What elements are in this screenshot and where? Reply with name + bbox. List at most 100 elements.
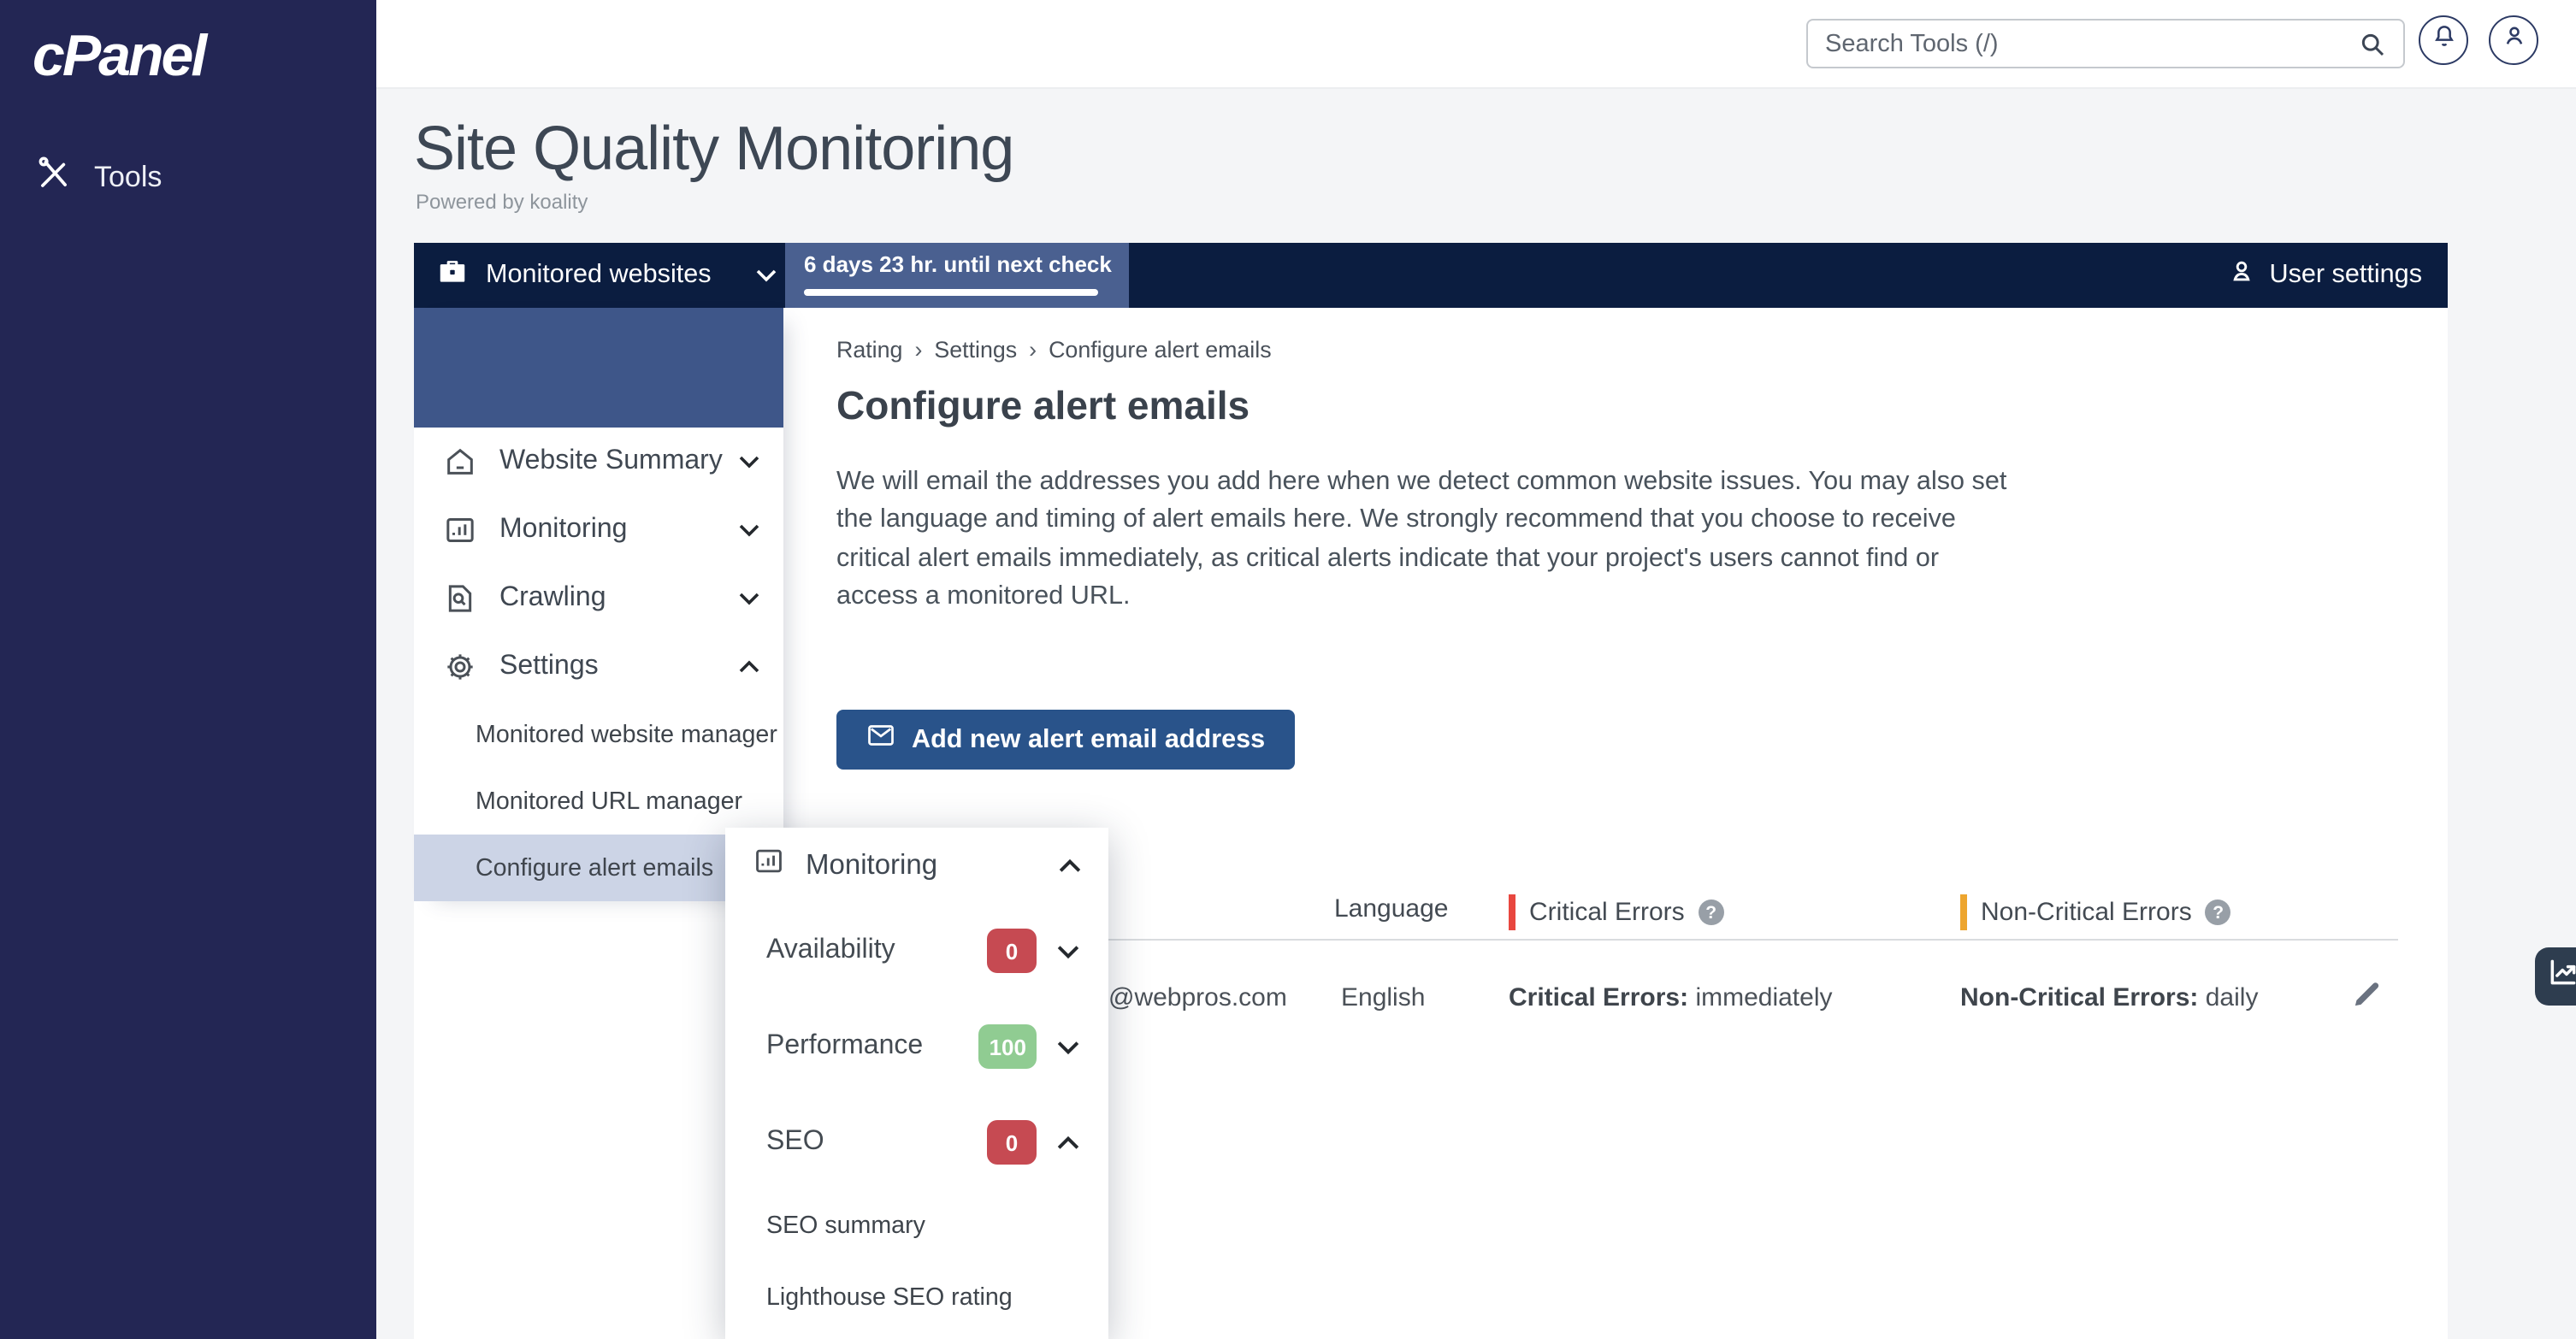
- next-check-status: 6 days 23 hr. until next check: [785, 243, 1129, 308]
- column-header-critical-errors: Critical Errors ?: [1509, 894, 1724, 930]
- chevron-down-icon: [739, 523, 759, 537]
- search-input[interactable]: [1808, 21, 2357, 67]
- nav-item-website-summary[interactable]: Website Summary: [414, 428, 783, 496]
- section-heading: Configure alert emails: [836, 383, 1250, 429]
- user-icon: [2500, 22, 2527, 58]
- nav-item-settings[interactable]: Settings: [414, 633, 783, 701]
- column-header-language: Language: [1334, 894, 1449, 923]
- tools-icon: [36, 156, 72, 200]
- selected-website-block[interactable]: [414, 308, 783, 428]
- breadcrumb-separator: ›: [914, 337, 922, 363]
- chevron-up-icon: [739, 660, 759, 674]
- chevron-up-icon: [1059, 858, 1081, 873]
- monitored-websites-label: Monitored websites: [486, 260, 712, 291]
- flyout-item-availability[interactable]: Availability 0: [725, 903, 1108, 999]
- chevron-down-icon: [1057, 1039, 1079, 1054]
- row-critical-value: immediately: [1695, 983, 1832, 1012]
- sidebar-item-label: Tools: [94, 161, 162, 195]
- help-icon[interactable]: ?: [1699, 900, 1724, 925]
- app-nav: Website Summary Monitoring Crawling Sett…: [414, 308, 783, 901]
- bar-chart-icon: [443, 513, 477, 547]
- row-critical-label: Critical Errors:: [1509, 983, 1688, 1012]
- sidebar: cPanel Tools: [0, 0, 376, 1339]
- row-noncritical-label: Non-Critical Errors:: [1960, 983, 2198, 1012]
- line-chart-icon: [2547, 956, 2576, 997]
- app-toolbar: Monitored websites 6 days 23 hr. until n…: [414, 243, 2448, 308]
- noncritical-accent-bar: [1960, 894, 1967, 930]
- nav-item-label: Crawling: [499, 583, 606, 614]
- monitoring-flyout: Monitoring Availability 0 Performance 10…: [725, 828, 1108, 1339]
- flyout-item-label: Availability: [766, 935, 987, 966]
- flyout-title: Monitoring: [806, 849, 937, 882]
- section-description: We will email the addresses you add here…: [836, 463, 2025, 617]
- search-box[interactable]: [1806, 19, 2405, 68]
- chevron-down-icon: [739, 455, 759, 469]
- nav-item-label: Monitoring: [499, 515, 627, 546]
- flyout-item-seo-summary[interactable]: SEO summary: [725, 1190, 1108, 1262]
- nav-item-monitoring[interactable]: Monitoring: [414, 496, 783, 564]
- search-icon[interactable]: [2357, 28, 2388, 59]
- add-alert-email-button[interactable]: Add new alert email address: [836, 710, 1294, 770]
- user-settings-button[interactable]: User settings: [2226, 243, 2448, 308]
- column-header-noncritical-errors: Non-Critical Errors ?: [1960, 894, 2231, 930]
- flyout-sub-label: SEO summary: [766, 1212, 925, 1240]
- row-language: English: [1341, 983, 1425, 1012]
- monitored-websites-dropdown[interactable]: Monitored websites: [414, 243, 785, 308]
- nav-sub-label: Monitored URL manager: [476, 787, 742, 815]
- sidebar-item-tools[interactable]: Tools: [0, 144, 376, 212]
- page-subtitle: Powered by koality: [416, 190, 588, 214]
- noncritical-header-label: Non-Critical Errors: [1981, 898, 2192, 927]
- flyout-monitoring-header[interactable]: Monitoring: [725, 828, 1108, 903]
- nav-item-monitored-website-manager[interactable]: Monitored website manager: [414, 701, 783, 768]
- account-button[interactable]: [2489, 15, 2538, 65]
- user-settings-label: User settings: [2269, 260, 2422, 291]
- row-email: @webpros.com: [1108, 983, 1287, 1012]
- nav-sub-label: Monitored website manager: [476, 721, 777, 748]
- performance-badge: 100: [979, 1024, 1037, 1069]
- nav-item-label: Website Summary: [499, 446, 723, 477]
- breadcrumb-rating[interactable]: Rating: [836, 337, 902, 363]
- flyout-item-performance[interactable]: Performance 100: [725, 999, 1108, 1094]
- next-check-progress: [804, 288, 1110, 296]
- row-noncritical-value: daily: [2206, 983, 2259, 1012]
- nav-item-label: Settings: [499, 652, 599, 682]
- breadcrumb-current: Configure alert emails: [1049, 337, 1272, 363]
- chevron-down-icon: [739, 592, 759, 605]
- flyout-item-label: SEO: [766, 1127, 987, 1158]
- pencil-icon: [2349, 976, 2384, 1021]
- briefcase-icon: [436, 255, 469, 296]
- bell-icon: [2430, 22, 2457, 58]
- bar-chart-icon: [753, 845, 785, 886]
- next-check-text: 6 days 23 hr. until next check: [804, 251, 1110, 277]
- flyout-item-lighthouse-seo-rating[interactable]: Lighthouse SEO rating: [725, 1262, 1108, 1334]
- nav-item-monitored-url-manager[interactable]: Monitored URL manager: [414, 768, 783, 835]
- envelope-icon: [866, 720, 896, 759]
- edit-row-button[interactable]: [2349, 976, 2384, 1021]
- page-search-icon: [443, 581, 477, 616]
- analytics-side-tab[interactable]: [2535, 947, 2576, 1006]
- flyout-sub-label: Lighthouse SEO rating: [766, 1284, 1013, 1312]
- chevron-down-icon: [1057, 943, 1079, 959]
- row-critical-setting: Critical Errors: immediately: [1509, 983, 1833, 1012]
- next-check-progress-fill: [804, 288, 1098, 296]
- availability-badge: 0: [987, 929, 1037, 973]
- user-icon: [2226, 257, 2255, 294]
- nav-item-crawling[interactable]: Crawling: [414, 564, 783, 633]
- notifications-button[interactable]: [2419, 15, 2468, 65]
- cpanel-logo: cPanel: [32, 24, 204, 91]
- critical-accent-bar: [1509, 894, 1515, 930]
- breadcrumb-settings[interactable]: Settings: [934, 337, 1017, 363]
- breadcrumb: Rating › Settings › Configure alert emai…: [836, 337, 1272, 363]
- nav-sub-label: Configure alert emails: [476, 854, 713, 882]
- row-noncritical-setting: Non-Critical Errors: daily: [1960, 983, 2258, 1012]
- flyout-item-seo[interactable]: SEO 0: [725, 1094, 1108, 1190]
- flyout-item-label: Performance: [766, 1031, 979, 1062]
- chevron-up-icon: [1057, 1135, 1079, 1150]
- help-icon[interactable]: ?: [2206, 900, 2231, 925]
- seo-badge: 0: [987, 1120, 1037, 1165]
- page-title: Site Quality Monitoring: [414, 113, 1013, 185]
- add-alert-email-label: Add new alert email address: [912, 724, 1265, 755]
- breadcrumb-separator: ›: [1029, 337, 1037, 363]
- language-header-label: Language: [1334, 894, 1449, 923]
- home-icon: [443, 445, 477, 479]
